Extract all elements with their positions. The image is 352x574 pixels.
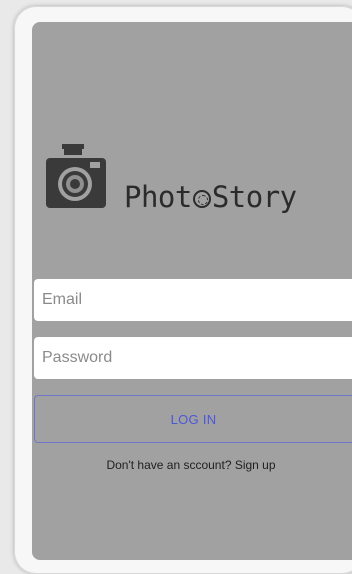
app-logo: Phot Story [46,144,352,216]
password-field-container [34,337,352,379]
app-name: Phot Story [124,180,297,214]
password-input[interactable] [42,337,352,379]
aperture-icon [192,190,211,208]
login-button[interactable]: LOG IN [34,395,352,443]
app-name-part1: Phot [124,180,192,214]
email-input[interactable] [42,279,352,321]
login-screen: Phot Story LOG IN Don't have an sccount? … [32,22,352,560]
signup-link[interactable]: Don't have an sccount? Sign up [32,458,350,472]
email-field-container [34,279,352,321]
app-name-part2: Story [211,180,297,214]
camera-icon [46,144,106,208]
